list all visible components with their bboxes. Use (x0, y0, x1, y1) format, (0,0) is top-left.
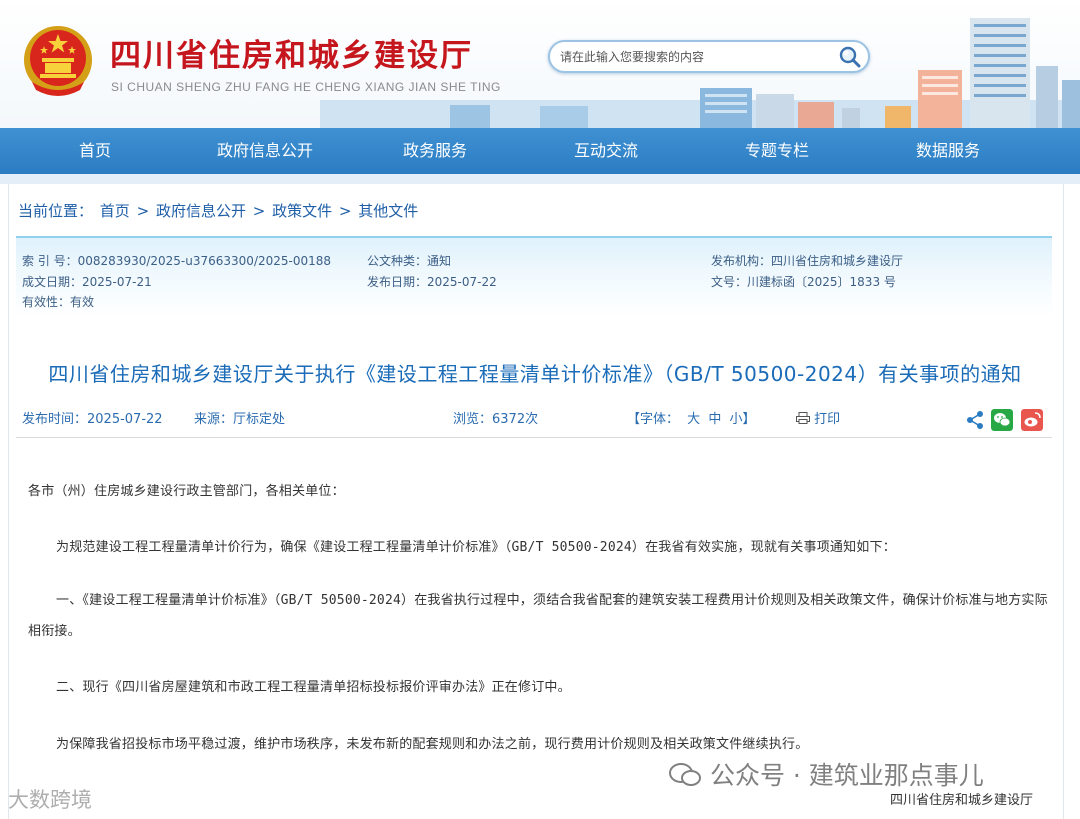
meta-validity: 有效性：有效 (22, 295, 95, 309)
meta-index-no: 索 引 号：008283930/2025-u37663300/2025-0018… (22, 254, 332, 268)
font-size-large[interactable]: 大 (687, 412, 700, 427)
article-paragraph: 二、现行《四川省房屋建筑和市政工程工程量清单招标投标报价评审办法》正在修订中。 (56, 680, 571, 695)
wechat-watermark: 公众号 · 建筑业那点事儿 (668, 756, 984, 792)
printer-icon (796, 412, 810, 424)
article-salutation: 各市（州）住房城乡建设行政主管部门，各相关单位： (28, 484, 345, 499)
document-meta-panel (16, 236, 1052, 318)
nav-item-interaction[interactable]: 互动交流 (521, 128, 691, 174)
font-size-small[interactable]: 小】 (729, 412, 755, 427)
breadcrumb-home[interactable]: 首页 (100, 202, 130, 220)
font-size-medium[interactable]: 中 (708, 412, 721, 427)
article-paragraph: 一、《建设工程工程量清单计价标准》（GB/T 50500-2024）在我省执行过… (28, 593, 1048, 639)
meta-doc-no: 文号：川建标函〔2025〕1833 号 (711, 275, 896, 289)
article-paragraph: 为规范建设工程工程量清单计价行为，确保《建设工程工程量清单计价标准》（GB/T … (56, 540, 896, 555)
meta-doc-type: 公文种类：通知 (367, 254, 452, 268)
wechat-watermark-text: 公众号 · 建筑业那点事儿 (709, 761, 984, 790)
nav-item-home[interactable]: 首页 (10, 128, 180, 174)
print-label: 打印 (814, 412, 841, 427)
nav-divider (0, 174, 1080, 184)
breadcrumb-prefix: 当前位置： (18, 202, 94, 220)
corner-watermark-text: 大数跨境 (8, 788, 92, 812)
weibo-icon[interactable] (1021, 409, 1043, 431)
article-info-bar: 发布时间：2025-07-22 来源：厅标定处 浏览：6372次 【字体： 大 … (16, 400, 1052, 438)
nav-item-services[interactable]: 政务服务 (350, 128, 520, 174)
nav-item-gov-info[interactable]: 政府信息公开 (180, 128, 350, 174)
meta-issuer: 发布机构：四川省住房和城乡建设厅 (711, 254, 904, 268)
main-nav: 首页 政府信息公开 政务服务 互动交流 专题专栏 数据服务 (0, 128, 1080, 174)
breadcrumb-policy[interactable]: 政策文件 (272, 202, 332, 220)
breadcrumb-gov-info[interactable]: 政府信息公开 (156, 202, 246, 220)
nav-item-topics[interactable]: 专题专栏 (692, 128, 862, 174)
national-emblem-icon[interactable] (22, 22, 94, 98)
breadcrumb-separator: > (338, 202, 352, 220)
site-header: 四川省住房和城乡建设厅 SI CHUAN SHENG ZHU FANG HE C… (0, 0, 1080, 128)
publish-time: 发布时间：2025-07-22 (22, 412, 163, 427)
city-skyline-illustration (320, 18, 1080, 128)
breadcrumb-separator: > (252, 202, 266, 220)
font-size-control: 【字体： 大 中 小】 (627, 408, 755, 427)
wechat-icon[interactable] (991, 409, 1013, 431)
share-icon[interactable] (964, 409, 986, 431)
breadcrumb: 当前位置： 首页 > 政府信息公开 > 政策文件 > 其他文件 (18, 200, 420, 221)
meta-created: 成文日期：2025-07-21 (22, 275, 152, 289)
article-title: 四川省住房和城乡建设厅关于执行《建设工程工程量清单计价标准》（GB/T 5050… (48, 362, 1022, 386)
font-size-label: 【字体： (627, 412, 680, 427)
article-source: 来源：厅标定处 (194, 412, 286, 427)
wechat-logo-icon (669, 763, 701, 786)
view-count: 浏览：6372次 (453, 412, 539, 427)
nav-item-data[interactable]: 数据服务 (863, 128, 1033, 174)
breadcrumb-other[interactable]: 其他文件 (358, 202, 418, 220)
print-button[interactable]: 打印 (796, 408, 840, 427)
article-paragraph: 为保障我省招投标市场平稳过渡，维护市场秩序，未发布新的配套规则和办法之前，现行费… (56, 737, 809, 752)
corner-watermark: 大数跨境 (8, 784, 92, 814)
meta-published: 发布日期：2025-07-22 (367, 275, 497, 289)
breadcrumb-separator: > (136, 202, 150, 220)
